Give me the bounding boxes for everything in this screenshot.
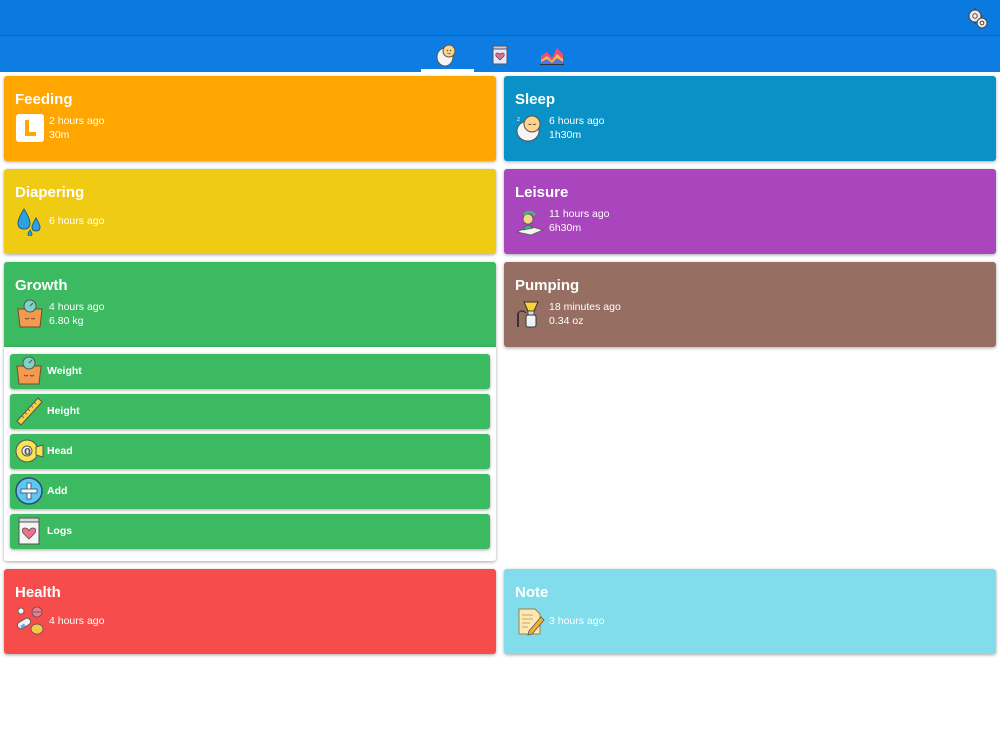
card-title: Note [515, 584, 549, 601]
duration: 6h30m [549, 222, 582, 234]
active-tab-indicator [421, 69, 474, 72]
menu-label: Head [47, 445, 73, 457]
health-card[interactable]: Health 4 hours ago [4, 569, 496, 654]
note-pencil-icon [515, 606, 545, 636]
last-time: 4 hours ago [49, 615, 105, 627]
growth-height-button[interactable]: Height [10, 394, 490, 429]
menu-label: Weight [47, 365, 82, 377]
last-weight: 6.80 kg [49, 315, 84, 327]
scale-icon [14, 356, 44, 386]
tape-measure-icon: 0 [14, 436, 44, 466]
chart-icon [540, 48, 564, 65]
duration: 30m [49, 129, 70, 141]
breast-pump-icon [515, 299, 545, 329]
leisure-card[interactable]: Leisure 11 hours ago 6h30m [504, 169, 996, 254]
diapering-card[interactable]: Diapering 6 hours ago [4, 169, 496, 254]
baby-icon [436, 44, 456, 67]
tab-charts[interactable] [526, 40, 578, 70]
svg-text:z: z [517, 116, 520, 123]
tab-baby[interactable] [421, 40, 473, 70]
duration: 1h30m [549, 129, 582, 141]
card-title: Sleep [515, 91, 556, 108]
growth-card[interactable]: Growth 4 hours ago 6.80 kg [4, 262, 496, 347]
last-time: 3 hours ago [549, 615, 605, 627]
logs-heart-icon [14, 516, 44, 546]
pills-icon [15, 606, 45, 636]
app-bar-divider [0, 35, 1000, 36]
ruler-icon [14, 396, 44, 426]
droplets-icon [15, 206, 45, 237]
last-time: 2 hours ago [49, 115, 105, 127]
add-circle-icon [14, 476, 44, 506]
last-time: 6 hours ago [49, 215, 105, 227]
pumping-card[interactable]: Pumping 18 minutes ago 0.34 oz [504, 262, 996, 347]
last-time: 4 hours ago [49, 301, 105, 313]
card-title: Diapering [15, 184, 85, 201]
amount: 0.34 oz [549, 315, 584, 327]
breast-left-icon [15, 113, 45, 143]
growth-logs-button[interactable]: Logs [10, 514, 490, 549]
menu-label: Add [47, 485, 68, 497]
growth-menu: Weight Height 0 Head Add Logs [4, 347, 496, 561]
growth-weight-button[interactable]: Weight [10, 354, 490, 389]
sleeping-baby-icon: z [515, 113, 545, 143]
playmat-icon [515, 206, 545, 236]
app-bar [0, 0, 1000, 72]
tab-logs[interactable] [474, 40, 526, 70]
menu-label: Height [47, 405, 80, 417]
growth-add-button[interactable]: Add [10, 474, 490, 509]
menu-label: Logs [47, 525, 73, 537]
last-time: 11 hours ago [549, 208, 610, 220]
last-time: 6 hours ago [549, 115, 605, 127]
gear-icon[interactable] [966, 7, 990, 31]
card-title: Growth [15, 277, 68, 294]
last-time: 18 minutes ago [549, 301, 621, 313]
feeding-card[interactable]: Feeding 2 hours ago 30m [4, 76, 496, 161]
card-title: Leisure [515, 184, 569, 201]
scale-icon [15, 299, 45, 329]
app-bar-top [0, 0, 1000, 36]
note-card[interactable]: Note 3 hours ago [504, 569, 996, 654]
card-title: Feeding [15, 91, 73, 108]
logs-heart-icon [492, 45, 508, 65]
card-title: Health [15, 584, 61, 601]
card-title: Pumping [515, 277, 580, 294]
sleep-card[interactable]: Sleep z 6 hours ago 1h30m [504, 76, 996, 161]
svg-text:0: 0 [24, 447, 31, 458]
growth-head-button[interactable]: 0 Head [10, 434, 490, 469]
